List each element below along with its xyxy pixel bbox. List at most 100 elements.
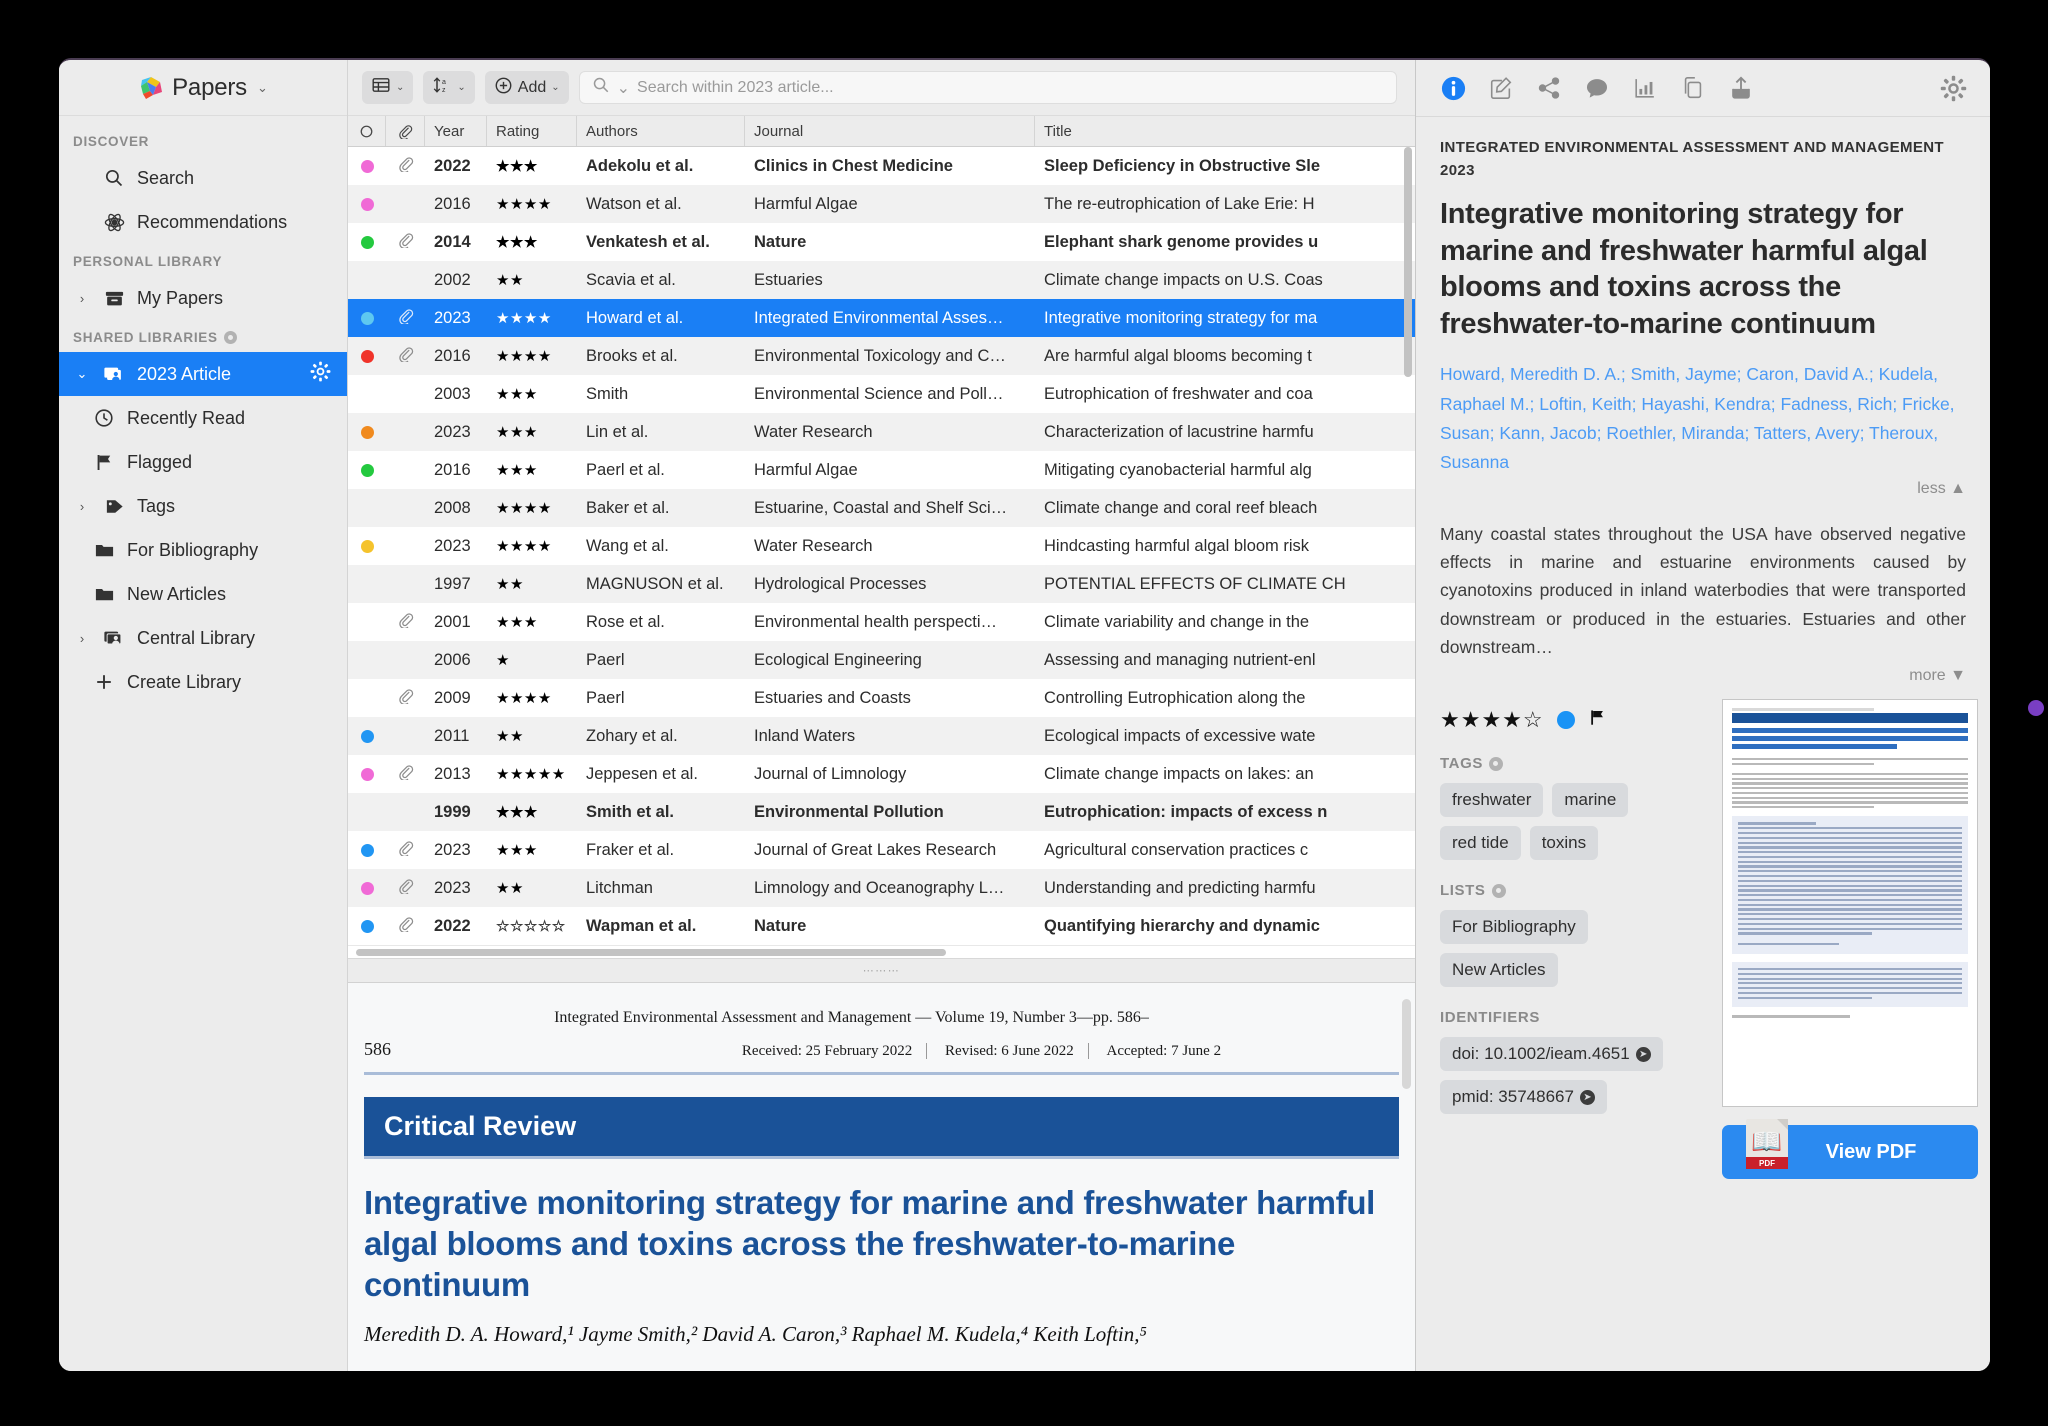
table-row[interactable]: 2011 ★★ Zohary et al. Inland Waters Ecologic… — [348, 717, 1415, 755]
chevron-right-icon[interactable]: › — [73, 499, 91, 514]
row-color-dot[interactable] — [348, 413, 386, 451]
chevron-right-icon[interactable]: › — [73, 291, 91, 306]
row-color-dot[interactable] — [348, 907, 386, 945]
row-color-dot[interactable] — [348, 565, 386, 603]
row-color-dot[interactable] — [348, 603, 386, 641]
pdf-vertical-scrollbar[interactable] — [1402, 999, 1411, 1089]
sidebar-item-flagged[interactable]: Flagged — [59, 440, 347, 484]
add-tag-icon[interactable] — [1488, 756, 1503, 771]
row-attachment-icon[interactable] — [386, 261, 425, 299]
sidebar-item-search[interactable]: Search — [59, 156, 347, 200]
row-attachment-icon[interactable] — [386, 223, 425, 261]
table-row[interactable]: 1999 ★★★ Smith et al. Environmental Polluti… — [348, 793, 1415, 831]
row-attachment-icon[interactable] — [386, 717, 425, 755]
row-attachment-icon[interactable] — [386, 527, 425, 565]
copy-icon[interactable] — [1678, 73, 1708, 103]
add-list-icon[interactable] — [1491, 883, 1506, 898]
table-vertical-scrollbar[interactable] — [1404, 147, 1412, 377]
row-rating[interactable]: ★★★★ — [487, 679, 577, 717]
chart-icon[interactable] — [1630, 73, 1660, 103]
row-color-dot[interactable] — [348, 451, 386, 489]
table-row[interactable]: 2022 ★★★ Adekolu et al. Clinics in Chest Me… — [348, 147, 1415, 185]
table-row[interactable]: 2023 ★★★★ Howard et al. Integrated Environm… — [348, 299, 1415, 337]
view-pdf-button[interactable]: 📖 PDF View PDF — [1722, 1119, 1978, 1180]
row-attachment-icon[interactable] — [386, 831, 425, 869]
row-rating[interactable]: ★★ — [487, 565, 577, 603]
row-rating[interactable]: ★★★★★ — [487, 755, 577, 793]
row-attachment-icon[interactable] — [386, 641, 425, 679]
row-attachment-icon[interactable] — [386, 375, 425, 413]
abstract-expand-toggle[interactable]: more ▼ — [1440, 667, 1966, 685]
row-color-dot[interactable] — [348, 527, 386, 565]
table-row[interactable]: 2023 ★★★ Fraker et al. Journal of Great Lak… — [348, 831, 1415, 869]
row-color-dot[interactable] — [348, 299, 386, 337]
row-color-dot[interactable] — [348, 831, 386, 869]
row-color-dot[interactable] — [348, 489, 386, 527]
detail-authors[interactable]: Howard, Meredith D. A.; Smith, Jayme; Ca… — [1440, 360, 1966, 478]
row-rating[interactable]: ★★ — [487, 869, 577, 907]
row-rating[interactable]: ★★ — [487, 717, 577, 755]
row-rating[interactable]: ★★★ — [487, 413, 577, 451]
sidebar-item-recommendations[interactable]: Recommendations — [59, 200, 347, 244]
row-rating[interactable]: ★★★★ — [487, 489, 577, 527]
row-attachment-icon[interactable] — [386, 147, 425, 185]
sidebar-item-tags[interactable]: › Tags — [59, 484, 347, 528]
row-attachment-icon[interactable] — [386, 565, 425, 603]
row-attachment-icon[interactable] — [386, 793, 425, 831]
table-row[interactable]: 2016 ★★★ Paerl et al. Harmful Algae Mitigati… — [348, 451, 1415, 489]
row-rating[interactable]: ★★★ — [487, 223, 577, 261]
row-rating[interactable]: ★ — [487, 641, 577, 679]
open-link-icon[interactable]: ➤ — [1635, 1046, 1651, 1062]
row-color-dot[interactable] — [348, 717, 386, 755]
row-color-dot[interactable] — [348, 755, 386, 793]
column-header-rating[interactable]: Rating — [487, 116, 577, 146]
list-chip[interactable]: New Articles — [1440, 953, 1558, 988]
table-row[interactable]: 2008 ★★★★ Baker et al. Estuarine, Coastal a… — [348, 489, 1415, 527]
authors-collapse-toggle[interactable]: less ▲ — [1440, 480, 1966, 498]
table-row[interactable]: 2023 ★★ Litchman Limnology and Oceanography… — [348, 869, 1415, 907]
open-link-icon[interactable]: ➤ — [1579, 1089, 1595, 1105]
row-color-dot[interactable] — [348, 147, 386, 185]
table-row[interactable]: 2023 ★★★★ Wang et al. Water Research Hindcas… — [348, 527, 1415, 565]
gear-icon[interactable] — [1938, 73, 1968, 103]
pane-splitter-handle[interactable]: ⋯⋯⋯ — [348, 958, 1415, 983]
sidebar-item-new-articles[interactable]: New Articles — [59, 572, 347, 616]
table-row[interactable]: 2014 ★★★ Venkatesh et al. Nature Elephant sh… — [348, 223, 1415, 261]
row-attachment-icon[interactable] — [386, 869, 425, 907]
table-row[interactable]: 2016 ★★★★ Watson et al. Harmful Algae The re… — [348, 185, 1415, 223]
table-row[interactable]: 2009 ★★★★ Paerl Estuaries and Coasts Control… — [348, 679, 1415, 717]
tag-chip[interactable]: red tide — [1440, 826, 1521, 861]
table-row[interactable]: 2013 ★★★★★ Jeppesen et al. Journal of Limno… — [348, 755, 1415, 793]
column-header-year[interactable]: Year — [425, 116, 487, 146]
search-input[interactable]: ⌄ Search within 2023 article... — [578, 71, 1397, 104]
table-row[interactable]: 2003 ★★★ Smith Environmental Science and Po… — [348, 375, 1415, 413]
rating-stars[interactable]: ★★★★☆ — [1440, 707, 1544, 733]
table-row[interactable]: 2001 ★★★ Rose et al. Environmental health p… — [348, 603, 1415, 641]
row-attachment-icon[interactable] — [386, 299, 425, 337]
info-icon[interactable] — [1438, 73, 1468, 103]
row-attachment-icon[interactable] — [386, 185, 425, 223]
row-color-dot[interactable] — [348, 679, 386, 717]
column-header-title[interactable]: Title — [1035, 116, 1415, 146]
table-row[interactable]: 2023 ★★★ Lin et al. Water Research Character… — [348, 413, 1415, 451]
column-header-journal[interactable]: Journal — [745, 116, 1035, 146]
add-shared-library-icon[interactable] — [223, 331, 237, 344]
tag-chip[interactable]: toxins — [1529, 826, 1599, 861]
scrollbar-thumb[interactable] — [356, 949, 946, 956]
identifier-chip[interactable]: pmid: 35748667 ➤ — [1440, 1080, 1607, 1115]
chevron-down-icon[interactable]: ⌄ — [617, 78, 630, 98]
add-button[interactable]: Add ⌄ — [484, 71, 569, 104]
row-color-dot[interactable] — [348, 641, 386, 679]
row-color-dot[interactable] — [348, 337, 386, 375]
color-label-dot[interactable] — [1556, 711, 1575, 730]
chevron-down-icon[interactable]: ⌄ — [73, 366, 91, 382]
row-color-dot[interactable] — [348, 869, 386, 907]
list-chip[interactable]: For Bibliography — [1440, 910, 1588, 945]
row-rating[interactable]: ★★★ — [487, 375, 577, 413]
export-icon[interactable] — [1726, 73, 1756, 103]
row-color-dot[interactable] — [348, 793, 386, 831]
row-rating[interactable]: ★★★ — [487, 147, 577, 185]
table-row[interactable]: 2016 ★★★★ Brooks et al. Environmental Toxic… — [348, 337, 1415, 375]
table-row[interactable]: 2006 ★ Paerl Ecological Engineering Assessin… — [348, 641, 1415, 679]
row-attachment-icon[interactable] — [386, 489, 425, 527]
